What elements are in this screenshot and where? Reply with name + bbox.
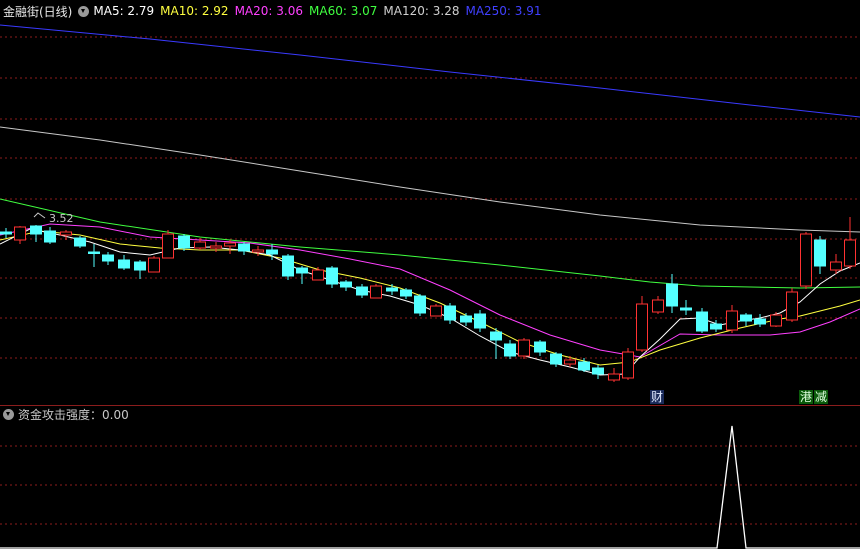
candle <box>252 249 264 253</box>
candle <box>460 315 472 323</box>
candle <box>238 243 250 252</box>
ma20-label: MA20: 3.06 <box>234 4 303 18</box>
sub-indicator-header: 资金攻击强度：0.00 <box>0 406 129 422</box>
candle <box>726 310 738 331</box>
candle <box>326 267 338 285</box>
candle <box>710 323 722 330</box>
candle <box>680 307 692 311</box>
candle <box>386 287 398 292</box>
ma5-line <box>0 228 860 376</box>
candle <box>786 291 798 321</box>
candle <box>518 339 530 357</box>
candle <box>550 353 562 365</box>
candle <box>592 367 604 375</box>
ma60-line <box>0 198 860 289</box>
candle <box>102 254 114 262</box>
candle <box>830 261 842 271</box>
price-marker-label: 3.52 <box>49 212 74 225</box>
candle <box>118 259 130 269</box>
event-tag-financial[interactable]: 财 <box>650 390 665 404</box>
candle <box>60 231 72 236</box>
candle <box>800 233 812 287</box>
ma120-label: MA120: 3.28 <box>383 4 460 18</box>
candle <box>370 285 382 299</box>
candle <box>490 331 502 341</box>
candle <box>162 233 174 259</box>
candle <box>414 295 426 314</box>
sub-indicator-label: 资金攻击强度：0.00 <box>18 407 129 422</box>
indicator-menu-icon[interactable] <box>78 5 90 17</box>
candle <box>844 239 856 267</box>
candle <box>608 373 620 381</box>
candle <box>266 249 278 255</box>
candle <box>224 242 236 247</box>
ma120-line <box>0 126 860 233</box>
stock-name[interactable]: 金融街(日线) <box>3 3 72 20</box>
candle <box>74 237 86 247</box>
candle <box>770 314 782 327</box>
event-tag-hk[interactable]: 港 <box>799 390 814 404</box>
sub-indicator-chart[interactable] <box>0 406 860 549</box>
candle <box>282 255 294 277</box>
candle <box>474 313 486 329</box>
ma60-label: MA60: 3.07 <box>309 4 378 18</box>
ma250-label: MA250: 3.91 <box>465 4 542 18</box>
candle <box>88 251 100 254</box>
candle <box>652 299 664 313</box>
sub-gridlines <box>0 445 860 525</box>
candle <box>754 318 766 325</box>
candlestick-chart[interactable]: 3.52 <box>0 22 860 405</box>
sub-indicator-menu-icon[interactable] <box>3 408 14 420</box>
candle <box>534 341 546 353</box>
candle <box>44 230 56 243</box>
candle <box>430 305 442 317</box>
candle <box>312 269 324 281</box>
candle <box>578 361 590 371</box>
candle <box>666 283 678 307</box>
event-tag-reduce[interactable]: 减 <box>814 390 829 404</box>
candle <box>14 226 26 241</box>
candle <box>636 303 648 351</box>
candle <box>340 281 352 288</box>
candle <box>740 314 752 322</box>
chart-header: 金融街(日线) MA5: 2.79 MA10: 2.92 MA20: 3.06 … <box>0 0 860 22</box>
ma250-line <box>0 24 860 118</box>
candle <box>696 311 708 332</box>
candle <box>400 289 412 297</box>
candle <box>356 286 368 296</box>
candle <box>622 351 634 379</box>
ma10-label: MA10: 2.92 <box>160 4 229 18</box>
ma20-line <box>0 223 860 358</box>
candle <box>814 239 826 267</box>
price-marker: 3.52 <box>33 212 74 225</box>
candles <box>0 217 856 382</box>
candle <box>210 245 222 249</box>
attack-strength-line <box>0 425 860 549</box>
ma10-line <box>0 230 860 366</box>
ma5-label: MA5: 2.79 <box>93 4 155 18</box>
candle <box>0 231 12 235</box>
candle <box>30 225 42 235</box>
candle <box>148 257 160 273</box>
candle <box>564 359 576 365</box>
candle <box>134 261 146 271</box>
candle <box>504 343 516 357</box>
candle <box>444 305 456 321</box>
candle <box>296 267 308 274</box>
candle <box>178 235 190 249</box>
candle <box>194 241 206 249</box>
